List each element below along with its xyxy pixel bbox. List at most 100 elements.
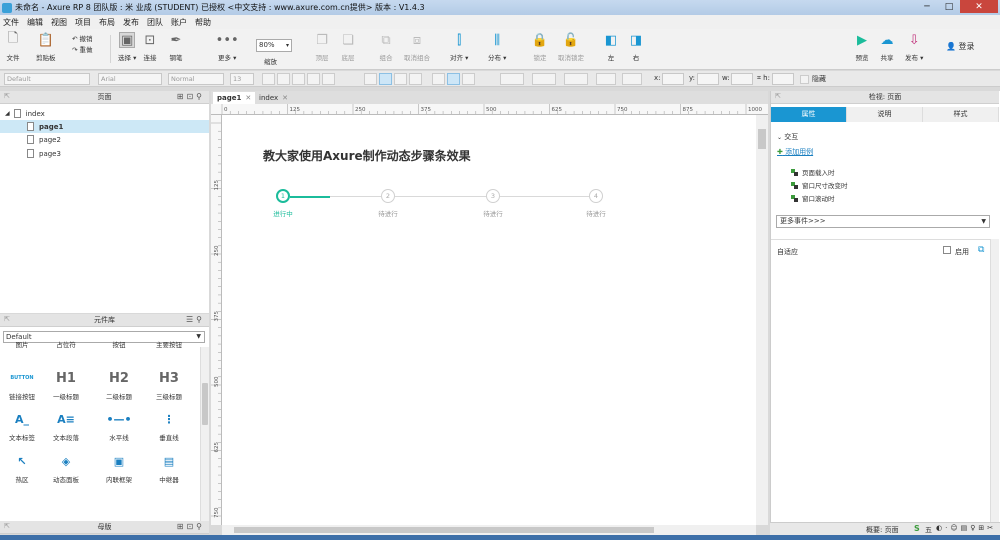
canvas-heading[interactable]: 教大家使用Axure制作动态步骤条效果	[263, 147, 471, 164]
canvas-horizontal-scrollbar[interactable]	[222, 525, 756, 535]
widget-item[interactable]: ▤ 中继器	[149, 450, 189, 485]
hidden-checkbox[interactable]	[800, 75, 809, 84]
pin-icon[interactable]: ⇱	[4, 315, 10, 323]
widgets-scrollbar[interactable]	[200, 347, 209, 521]
pin-icon[interactable]: ⇱	[775, 92, 781, 100]
font-weight-select[interactable]: Normal	[168, 73, 224, 85]
event-window-resize[interactable]: 窗口尺寸改变时	[791, 180, 848, 190]
widget-item[interactable]: 图片	[2, 337, 42, 349]
tab-index[interactable]: index ✕	[255, 92, 292, 104]
select-tool-button[interactable]: ▣ 选择 ▾	[118, 32, 136, 62]
scrollbar-thumb[interactable]	[234, 527, 654, 533]
underline-button[interactable]	[292, 73, 305, 85]
event-window-scroll[interactable]: 窗口滚动时	[791, 193, 835, 203]
shadow-button[interactable]	[532, 73, 556, 85]
scrollbar-thumb[interactable]	[758, 129, 766, 149]
widget-item[interactable]: H1 一级标题	[46, 367, 86, 402]
file-button[interactable]: 🗋 文件	[5, 31, 21, 62]
step-circle[interactable]: 2	[381, 189, 395, 203]
menu-view[interactable]: 视图	[51, 17, 67, 28]
overview-label[interactable]: 概要: 页面	[866, 525, 899, 535]
italic-button[interactable]	[277, 73, 290, 85]
close-icon[interactable]: ✕	[245, 94, 251, 102]
h-input[interactable]	[772, 73, 794, 85]
more-button[interactable]: ••• 更多 ▾	[216, 32, 239, 63]
x-input[interactable]	[662, 73, 684, 85]
border-width-button[interactable]	[596, 73, 616, 85]
font-select[interactable]: Arial	[98, 73, 162, 85]
close-button[interactable]: ✕	[960, 0, 998, 13]
fill-color-button[interactable]	[500, 73, 524, 85]
menu-project[interactable]: 项目	[75, 17, 91, 28]
tab-properties[interactable]: 属性	[771, 107, 847, 122]
widget-item[interactable]: H2 二级标题	[99, 367, 139, 402]
widget-item[interactable]: 主要按钮	[149, 337, 189, 349]
tab-page1[interactable]: page1 ✕	[213, 92, 256, 104]
add-master-icon[interactable]: ⊞	[177, 522, 187, 531]
tab-style[interactable]: 样式	[923, 107, 999, 122]
font-color-button[interactable]	[307, 73, 320, 85]
event-page-load[interactable]: 页面载入时	[791, 167, 835, 177]
bold-button[interactable]	[262, 73, 275, 85]
page-tree-item[interactable]: page1	[0, 120, 209, 133]
menu-team[interactable]: 团队	[147, 17, 163, 28]
menu-publish[interactable]: 发布	[123, 17, 139, 28]
left-button[interactable]: ◧ 左	[603, 32, 619, 63]
page-tree-item[interactable]: page3	[0, 147, 209, 160]
align-justify-button[interactable]	[409, 73, 422, 85]
maximize-button[interactable]: □	[938, 0, 960, 13]
ime-toolbar-icons[interactable]: ◐·☺▤♀⊞✂	[936, 524, 996, 532]
tab-notes[interactable]: 说明	[847, 107, 923, 122]
step-circle[interactable]: 1	[276, 189, 290, 203]
bullet-button[interactable]	[322, 73, 335, 85]
add-folder-icon[interactable]: ⊡	[186, 522, 196, 531]
close-icon[interactable]: ✕	[282, 94, 288, 102]
search-icon[interactable]: ⚲	[196, 92, 205, 101]
undo-button[interactable]: ↶ 撤销	[72, 34, 93, 45]
pen-tool-button[interactable]: ✒ 钢笔	[168, 32, 184, 63]
design-canvas[interactable]: 教大家使用Axure制作动态步骤条效果 1 进行中 2 待进行 3 待进行 4 待进行	[222, 115, 756, 525]
y-input[interactable]	[697, 73, 719, 85]
zoom-select[interactable]: 80% ▾	[256, 39, 292, 52]
widget-item[interactable]: ▣ 内联框架	[99, 450, 139, 485]
clipboard-button[interactable]: 📋 剪贴板	[36, 32, 56, 63]
align-center-button[interactable]	[379, 73, 392, 85]
group-button[interactable]: ⧉ 组合	[378, 32, 394, 63]
menu-arrange[interactable]: 布局	[99, 17, 115, 28]
publish-button[interactable]: ⇩ 发布 ▾	[905, 32, 923, 63]
inspector-scrollbar[interactable]	[990, 239, 999, 523]
distribute-button[interactable]: ⫼ 分布 ▾	[488, 32, 506, 63]
ungroup-button[interactable]: ⧈ 取消组合	[404, 32, 430, 63]
widget-item[interactable]: A_ 文本标签	[2, 408, 42, 443]
widget-item[interactable]: ↖ 热区	[2, 450, 42, 485]
enable-adaptive-checkbox[interactable]	[943, 246, 951, 254]
add-folder-icon[interactable]: ⊡	[186, 92, 196, 101]
menu-edit[interactable]: 编辑	[27, 17, 43, 28]
widget-item[interactable]: 按钮	[99, 337, 139, 349]
align-left-button[interactable]	[364, 73, 377, 85]
add-case-link[interactable]: ✚ 添加用例	[777, 147, 813, 157]
menu-account[interactable]: 账户	[171, 17, 187, 28]
align-right-button[interactable]	[394, 73, 407, 85]
valign-bottom-button[interactable]	[462, 73, 475, 85]
page-tree-item[interactable]: ◢ index	[0, 107, 209, 120]
redo-button[interactable]: ↷ 重做	[72, 45, 93, 56]
page-tree-item[interactable]: page2	[0, 133, 209, 146]
canvas-vertical-scrollbar[interactable]	[756, 115, 768, 525]
unlock-button[interactable]: 🔓 取消锁定	[558, 32, 584, 63]
widget-item[interactable]: A≡ 文本段落	[46, 408, 86, 443]
style-select[interactable]: Default	[4, 73, 90, 85]
add-page-icon[interactable]: ⊞	[177, 92, 187, 101]
widget-item[interactable]: ⋮ 垂直线	[149, 408, 189, 443]
expand-arrow-icon[interactable]: ◢	[5, 110, 10, 117]
search-icon[interactable]: ⚲	[196, 315, 205, 324]
more-events-select[interactable]: 更多事件>>> ▼	[776, 215, 990, 228]
sogou-ime-icon[interactable]: S	[914, 524, 920, 533]
step-circle[interactable]: 3	[486, 189, 500, 203]
widget-item[interactable]: H3 三级标题	[149, 367, 189, 402]
border-style-button[interactable]	[622, 73, 642, 85]
widget-item[interactable]: •—• 水平线	[99, 408, 139, 443]
bring-to-top-button[interactable]: ❐ 顶层	[314, 32, 330, 63]
pin-icon[interactable]: ⇱	[4, 92, 10, 100]
menu-help[interactable]: 帮助	[195, 17, 211, 28]
